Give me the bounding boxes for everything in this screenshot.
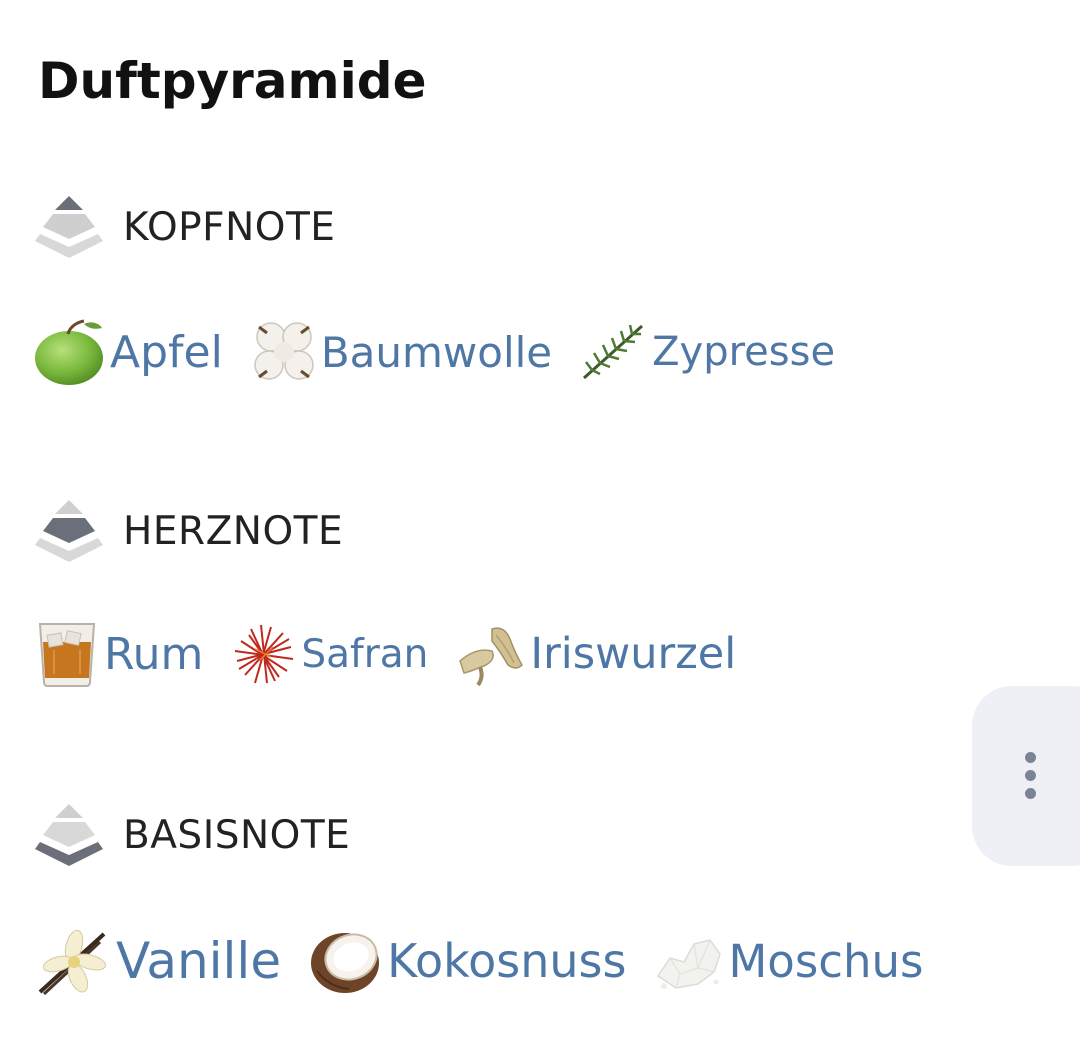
section-header-herznote: HERZNOTE xyxy=(34,498,343,564)
note-baumwolle[interactable]: Baumwolle xyxy=(251,319,552,385)
section-label: BASISNOTE xyxy=(123,812,351,858)
pyramid-top-level-icon xyxy=(35,196,103,258)
notes-row-kopfnote: Apfel Baumwolle Zypresse xyxy=(34,318,863,386)
note-zypresse[interactable]: Zypresse xyxy=(580,320,835,384)
note-apfel[interactable]: Apfel xyxy=(34,318,223,386)
cotton-flower-icon xyxy=(254,322,314,380)
pyramid-base-level-icon xyxy=(35,804,103,866)
notes-row-basisnote: Vanille Kokosnuss Moschus xyxy=(34,926,952,996)
note-moschus[interactable]: Moschus xyxy=(654,928,924,994)
saffron-threads-icon xyxy=(235,624,294,684)
note-kokosnuss[interactable]: Kokosnuss xyxy=(309,927,626,995)
section-label: KOPFNOTE xyxy=(123,204,336,250)
more-vertical-icon-dot xyxy=(1025,788,1036,799)
section-header-kopfnote: KOPFNOTE xyxy=(34,194,335,260)
section-header-basisnote: BASISNOTE xyxy=(34,802,350,868)
note-vanille[interactable]: Vanille xyxy=(34,926,281,996)
page-title: Duftpyramide xyxy=(38,52,427,110)
cypress-branch-icon xyxy=(583,324,644,380)
note-label: Apfel xyxy=(110,326,223,378)
rum-glass-icon xyxy=(38,623,96,687)
note-label: Rum xyxy=(104,628,204,680)
note-rum[interactable]: Rum xyxy=(34,620,203,688)
note-label: Iriswurzel xyxy=(530,629,737,679)
note-label: Kokosnuss xyxy=(387,934,627,988)
more-vertical-icon xyxy=(1025,752,1036,763)
note-label: Zypresse xyxy=(652,329,836,375)
note-label: Moschus xyxy=(728,934,924,988)
note-label: Baumwolle xyxy=(320,327,553,377)
pyramid-middle-level-icon xyxy=(35,500,103,562)
notes-row-herznote: Rum Safran Iriswurzel xyxy=(34,620,764,688)
green-apple-icon xyxy=(35,319,103,385)
orris-root-icon xyxy=(459,627,524,687)
note-safran[interactable]: Safran xyxy=(231,621,428,687)
vanilla-flower-icon xyxy=(38,929,107,996)
note-label: Safran xyxy=(301,631,429,677)
note-iriswurzel[interactable]: Iriswurzel xyxy=(456,621,736,687)
more-options-button[interactable] xyxy=(972,686,1080,866)
more-vertical-icon-dot xyxy=(1025,770,1036,781)
musk-crystals-icon xyxy=(657,939,722,989)
note-label: Vanille xyxy=(116,932,282,990)
coconut-icon xyxy=(311,933,380,993)
section-label: HERZNOTE xyxy=(123,508,344,554)
